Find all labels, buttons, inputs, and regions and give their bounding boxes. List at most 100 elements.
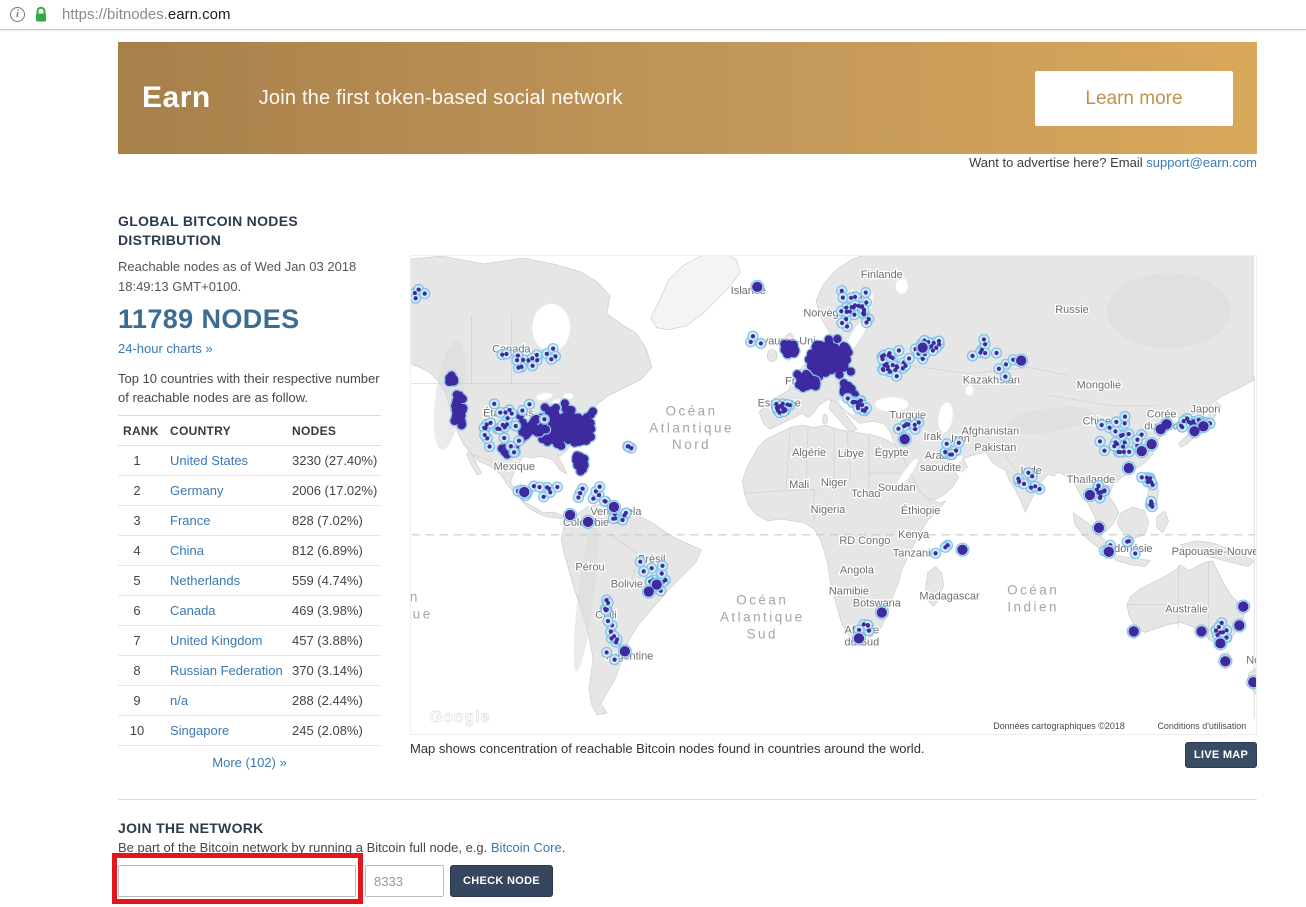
svg-text:Kenya: Kenya	[898, 529, 930, 541]
map-terms-link[interactable]: Conditions d'utilisation	[1157, 721, 1246, 731]
country-link[interactable]: United States	[170, 453, 248, 468]
country-link[interactable]: China	[170, 543, 204, 558]
country-link[interactable]: France	[170, 513, 210, 528]
world-nodes-map[interactable]: CanadaÉtats-UnisMexiqueIslandeFinlandeSu…	[410, 255, 1257, 735]
section-divider	[118, 799, 1257, 800]
svg-text:Afghanistan: Afghanistan	[961, 425, 1019, 437]
earn-ad-banner[interactable]: Earn Join the first token-based social n…	[118, 42, 1257, 154]
charts-link[interactable]: 24-hour charts »	[118, 341, 213, 356]
svg-text:Libye: Libye	[838, 448, 864, 460]
rank-header: RANK	[118, 416, 170, 446]
more-countries-link[interactable]: More (102) »	[118, 755, 381, 770]
nodes-cell: 559 (4.74%)	[292, 566, 381, 596]
table-row: 2Germany2006 (17.02%)	[118, 476, 381, 506]
nodes-cell: 288 (2.44%)	[292, 686, 381, 716]
google-logo: Google	[430, 709, 491, 726]
secure-padlock-icon[interactable]	[34, 6, 48, 23]
ip-address-input[interactable]	[118, 865, 356, 897]
rank-cell: 4	[118, 536, 170, 566]
check-node-form: CHECK NODE	[118, 865, 818, 897]
svg-text:OcéanAtlantiqueNord: OcéanAtlantiqueNord	[649, 403, 734, 452]
svg-text:Nigeria: Nigeria	[811, 504, 847, 516]
svg-text:Australie: Australie	[1165, 604, 1208, 616]
svg-text:Madagascar: Madagascar	[919, 591, 980, 603]
country-cell: Singapore	[170, 716, 292, 746]
live-map-button[interactable]: LIVE MAP	[1185, 742, 1257, 768]
nodes-cell: 812 (6.89%)	[292, 536, 381, 566]
learn-more-button[interactable]: Learn more	[1035, 71, 1233, 126]
svg-text:OcéanIndien: OcéanIndien	[1007, 583, 1059, 615]
svg-text:Finlande: Finlande	[861, 269, 903, 281]
nodes-cell: 469 (3.98%)	[292, 596, 381, 626]
node-count: 11789 NODES	[118, 304, 381, 335]
svg-text:Mali: Mali	[789, 479, 809, 491]
country-link[interactable]: Netherlands	[170, 573, 240, 588]
table-row: 3France 828 (7.02%)	[118, 506, 381, 536]
svg-text:Bolivie: Bolivie	[611, 579, 643, 591]
country-link[interactable]: Germany	[170, 483, 223, 498]
country-link[interactable]: Singapore	[170, 723, 229, 738]
svg-text:Japon: Japon	[1191, 403, 1221, 415]
country-link[interactable]: Russian Federation	[170, 663, 283, 678]
country-cell: China	[170, 536, 292, 566]
map-canvas[interactable]: CanadaÉtats-UnisMexiqueIslandeFinlandeSu…	[411, 256, 1256, 734]
url-text[interactable]: https://bitnodes.earn.com	[62, 6, 230, 23]
country-cell: Germany	[170, 476, 292, 506]
svg-text:Irak: Irak	[923, 431, 942, 443]
table-row: 1United States3230 (27.40%)	[118, 446, 381, 476]
advertise-line: Want to advertise here? Email support@ea…	[118, 155, 1257, 170]
join-network-section: JOIN THE NETWORK Be part of the Bitcoin …	[118, 820, 818, 897]
svg-text:Soudan: Soudan	[878, 482, 916, 494]
check-node-button[interactable]: CHECK NODE	[450, 865, 553, 897]
nodes-table-body: 1United States3230 (27.40%)2Germany2006 …	[118, 446, 381, 746]
svg-text:RD Congo: RD Congo	[839, 535, 890, 547]
nodes-cell: 2006 (17.02%)	[292, 476, 381, 506]
country-link[interactable]: United Kingdom	[170, 633, 263, 648]
map-caption: Map shows concentration of reachable Bit…	[410, 741, 1130, 756]
join-title: JOIN THE NETWORK	[118, 820, 818, 836]
svg-text:Algérie: Algérie	[792, 447, 826, 459]
nodes-cell: 457 (3.88%)	[292, 626, 381, 656]
table-row: 8Russian Federation370 (3.14%)	[118, 656, 381, 686]
svg-text:Égypte: Égypte	[875, 446, 909, 459]
country-link[interactable]: n/a	[170, 693, 188, 708]
bitcoin-core-link[interactable]: Bitcoin Core	[491, 840, 562, 855]
browser-address-bar[interactable]: i https://bitnodes.earn.com	[0, 0, 1306, 30]
country-header: COUNTRY	[170, 416, 292, 446]
earn-logo: Earn	[142, 81, 211, 115]
map-attribution: Données cartographiques ©2018	[993, 721, 1125, 731]
svg-text:OcéanPacifiqueSud: OcéanPacifiqueSud	[411, 590, 433, 639]
svg-text:Mongolie: Mongolie	[1077, 379, 1121, 391]
nodes-cell: 828 (7.02%)	[292, 506, 381, 536]
rank-cell: 10	[118, 716, 170, 746]
svg-text:OcéanAtlantiqueSud: OcéanAtlantiqueSud	[720, 593, 805, 642]
svg-text:Mexique: Mexique	[494, 461, 535, 473]
support-email-link[interactable]: support@earn.com	[1146, 155, 1257, 170]
join-subtitle: Be part of the Bitcoin network by runnin…	[118, 840, 818, 855]
page-info-icon[interactable]: i	[10, 7, 25, 22]
table-row: 7United Kingdom457 (3.88%)	[118, 626, 381, 656]
top-countries-table: RANK COUNTRY NODES 1United States3230 (2…	[118, 415, 381, 746]
rank-cell: 3	[118, 506, 170, 536]
country-link[interactable]: Canada	[170, 603, 216, 618]
page: i https://bitnodes.earn.com Earn Join th…	[0, 0, 1306, 907]
svg-text:Namibie: Namibie	[829, 586, 869, 598]
svg-text:Tchad: Tchad	[851, 488, 880, 500]
country-cell: n/a	[170, 686, 292, 716]
svg-text:Thaïlande: Thaïlande	[1067, 474, 1116, 486]
svg-text:Papouasie-Nouvelle-Guinée: Papouasie-Nouvelle-Guinée	[1172, 546, 1256, 558]
port-input[interactable]	[365, 865, 444, 897]
table-intro: Top 10 countries with their respective n…	[118, 369, 381, 407]
nodes-cell: 245 (2.08%)	[292, 716, 381, 746]
svg-text:Kazakhstan: Kazakhstan	[963, 374, 1020, 386]
table-row: 5Netherlands 559 (4.74%)	[118, 566, 381, 596]
table-row: 10Singapore 245 (2.08%)	[118, 716, 381, 746]
svg-text:Niger: Niger	[821, 477, 847, 489]
svg-text:Nouvelle-Zélande: Nouvelle-Zélande	[1246, 654, 1256, 666]
rank-cell: 5	[118, 566, 170, 596]
svg-text:Russie: Russie	[1055, 304, 1088, 316]
country-cell: United Kingdom	[170, 626, 292, 656]
nodes-header: NODES	[292, 416, 381, 446]
country-cell: France	[170, 506, 292, 536]
nodes-cell: 370 (3.14%)	[292, 656, 381, 686]
